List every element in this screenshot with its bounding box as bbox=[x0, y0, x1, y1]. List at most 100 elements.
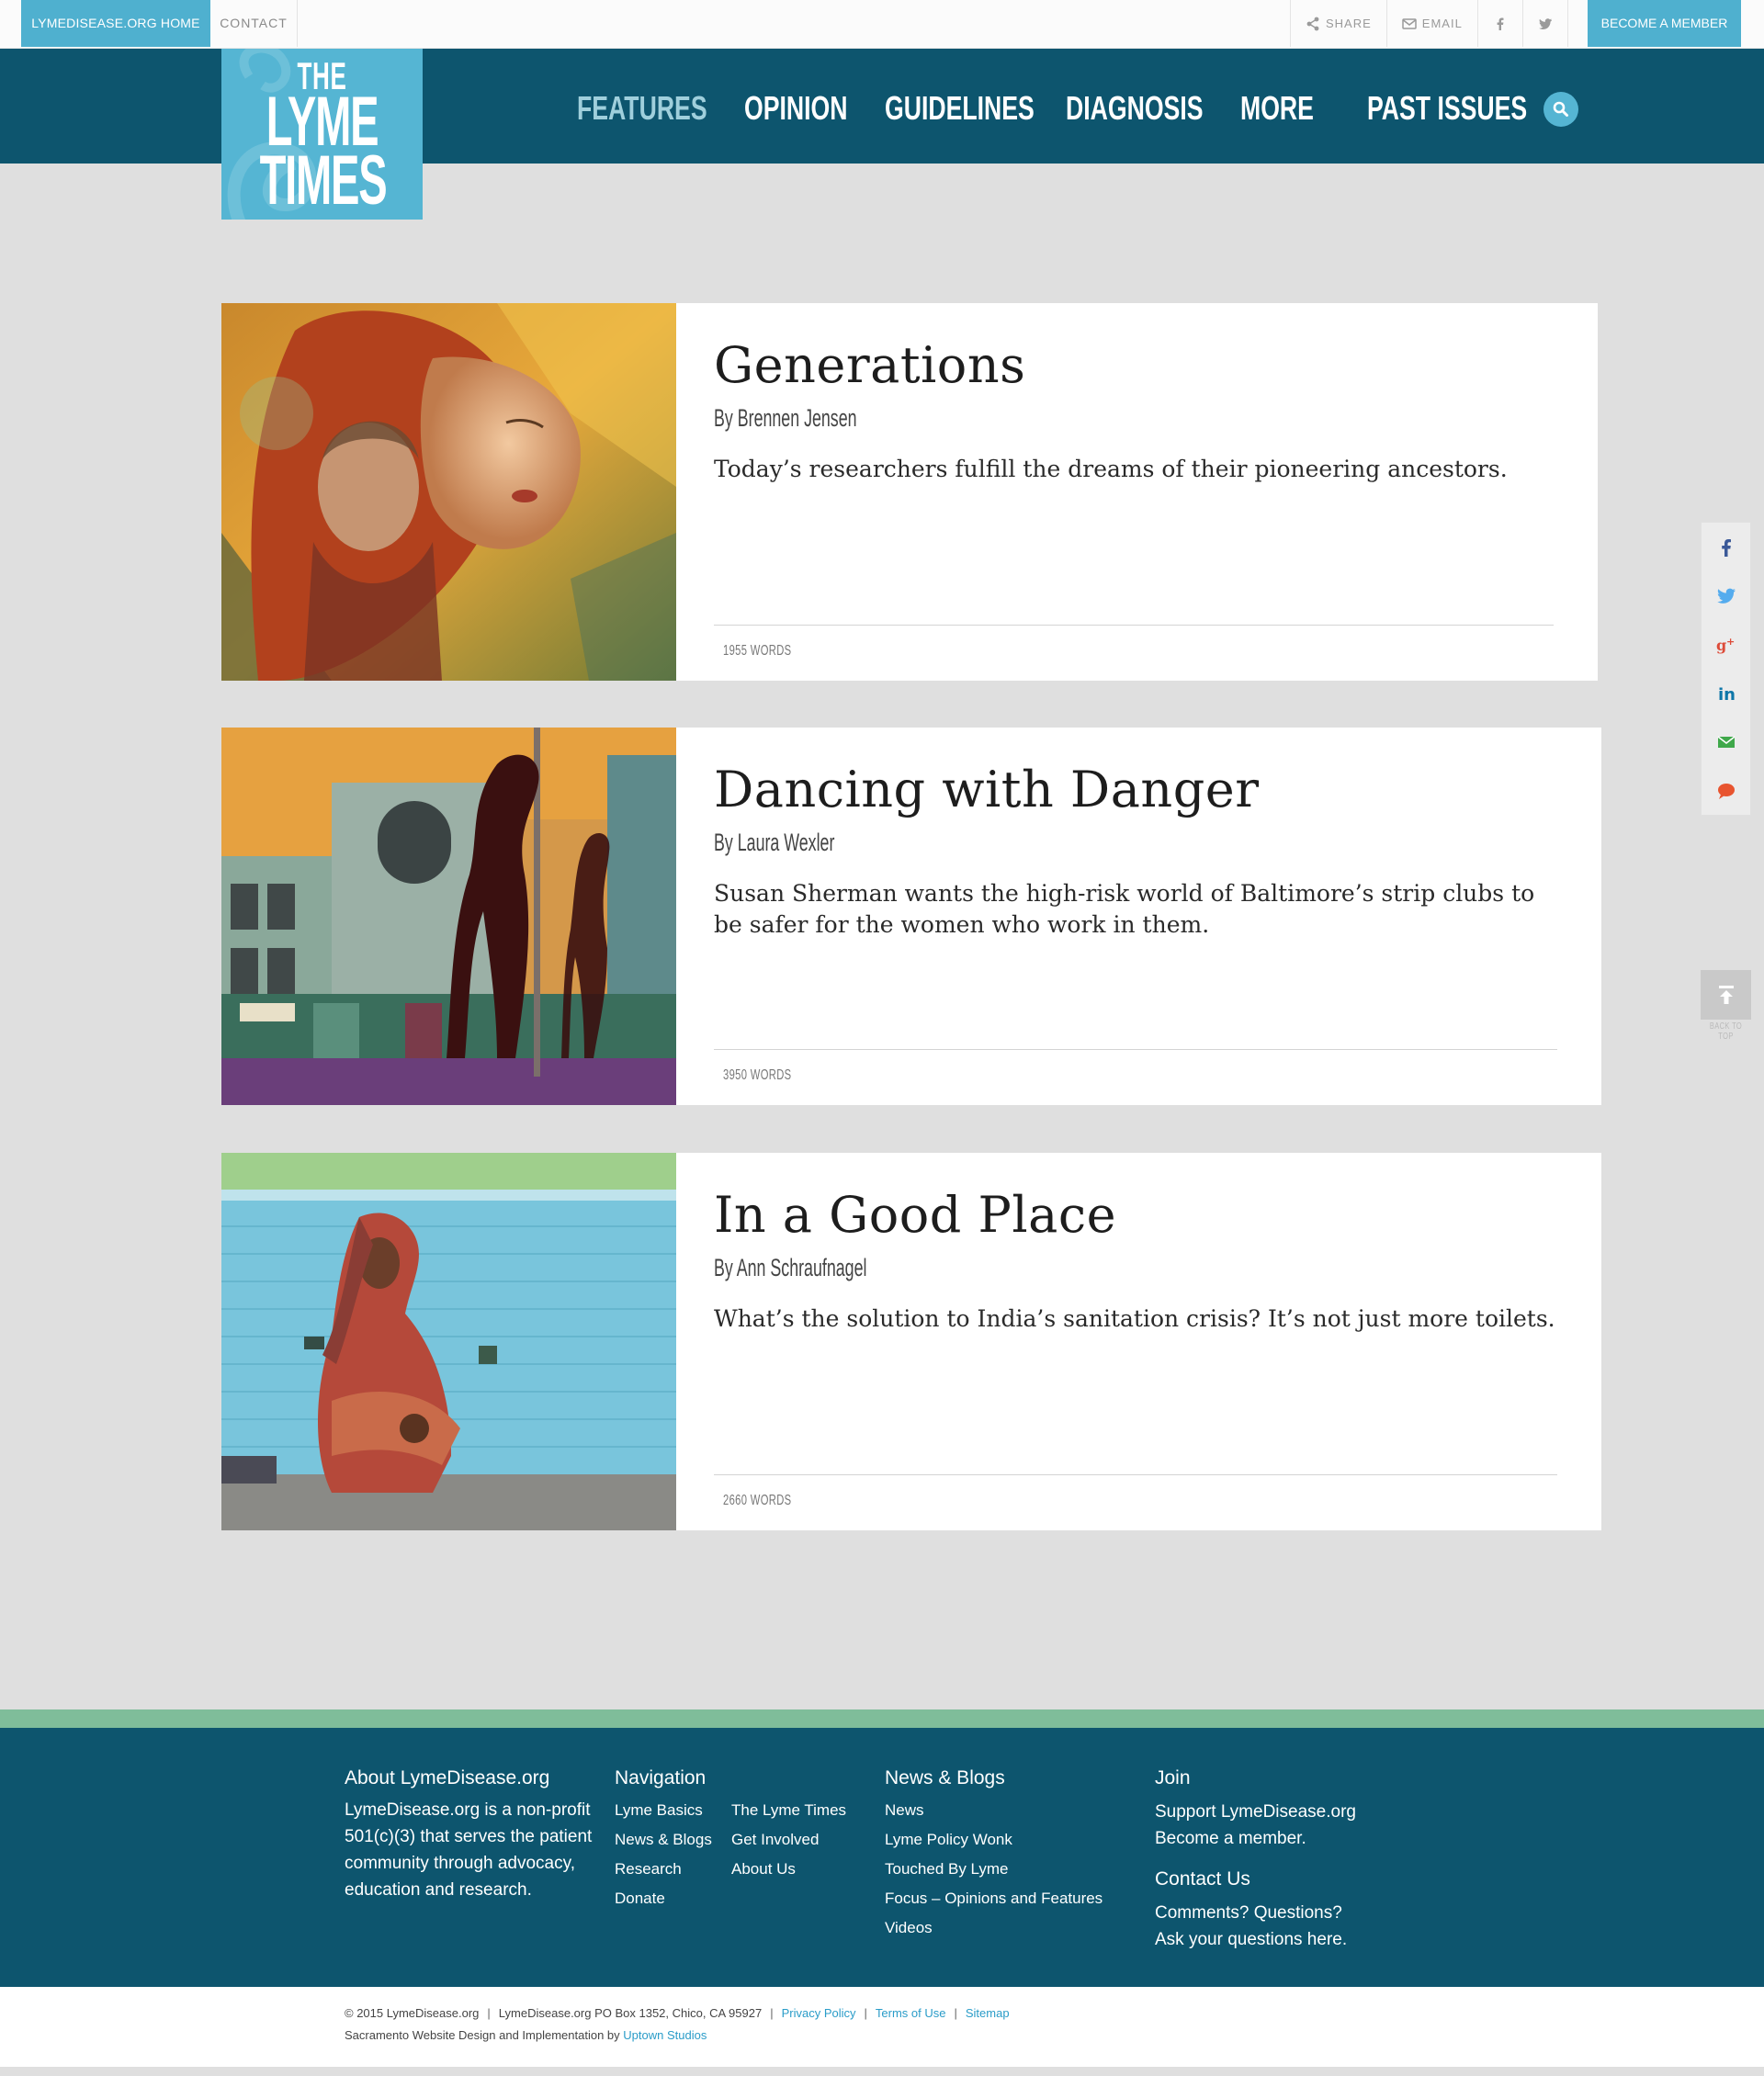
footer-link-donate[interactable]: Donate bbox=[615, 1884, 712, 1913]
svg-text:in: in bbox=[1718, 685, 1736, 705]
logo-line-times: TIMES bbox=[259, 141, 388, 220]
rail-twitter-button[interactable] bbox=[1702, 571, 1750, 620]
article-image-dancing-with-danger[interactable] bbox=[221, 728, 676, 1105]
twitter-icon bbox=[1538, 17, 1552, 29]
email-icon bbox=[1717, 735, 1735, 748]
linkedin-icon: in bbox=[1718, 685, 1736, 705]
svg-text:g: g bbox=[1716, 637, 1726, 654]
arrow-up-icon bbox=[1718, 986, 1734, 1004]
footer-link-research[interactable]: Research bbox=[615, 1855, 712, 1884]
nav-features[interactable]: FEATURES bbox=[577, 88, 707, 129]
footer-navigation-heading: Navigation bbox=[615, 1767, 707, 1788]
footer-navigation-col1: Lyme Basics News & Blogs Research Donate bbox=[615, 1796, 712, 1913]
share-button[interactable]: SHARE bbox=[1290, 0, 1386, 47]
facebook-icon bbox=[1497, 17, 1504, 30]
article-image-generations[interactable] bbox=[221, 303, 676, 681]
terms-of-use-link[interactable]: Terms of Use bbox=[876, 2006, 946, 2020]
site-footer: About LymeDisease.org LymeDisease.org is… bbox=[0, 1728, 1764, 1987]
article-divider bbox=[714, 1474, 1557, 1475]
sanitation-photo bbox=[221, 1153, 676, 1530]
article-divider bbox=[714, 625, 1554, 626]
facebook-icon bbox=[1721, 538, 1731, 557]
nav-past-issues[interactable]: PAST ISSUES bbox=[1367, 88, 1527, 129]
footer-link-about-us[interactable]: About Us bbox=[731, 1855, 846, 1884]
footer-support-link[interactable]: Support LymeDisease.org bbox=[1155, 1799, 1356, 1825]
lymedisease-home-link[interactable]: LYMEDISEASE.ORG HOME bbox=[21, 0, 210, 47]
footer-about-heading: About LymeDisease.org bbox=[345, 1767, 550, 1788]
facebook-button[interactable] bbox=[1476, 0, 1522, 47]
footer-link-focus[interactable]: Focus – Opinions and Features bbox=[885, 1884, 1102, 1913]
footer-contact-line1: Comments? Questions? bbox=[1155, 1903, 1342, 1923]
footer-join-heading: Join bbox=[1155, 1767, 1191, 1788]
footer-ask-questions-link[interactable]: Ask your questions here. bbox=[1155, 1926, 1347, 1953]
footer-link-lyme-basics[interactable]: Lyme Basics bbox=[615, 1796, 712, 1825]
generations-illustration bbox=[221, 303, 676, 681]
footer-navigation-col2: The Lyme Times Get Involved About Us bbox=[731, 1796, 846, 1884]
contact-link[interactable]: CONTACT bbox=[210, 0, 298, 47]
article-title[interactable]: In a Good Place bbox=[714, 1186, 1116, 1244]
article-dek: Susan Sherman wants the high-risk world … bbox=[714, 880, 1535, 938]
credit-text: Sacramento Website Design and Implementa… bbox=[345, 2028, 620, 2042]
rail-linkedin-button[interactable]: in bbox=[1702, 669, 1750, 717]
svg-text:+: + bbox=[1726, 636, 1735, 648]
copyright-text: © 2015 LymeDisease.org bbox=[345, 2006, 480, 2020]
article-byline: By Ann Schraufnagel bbox=[714, 1254, 867, 1281]
footer-become-member-link[interactable]: Become a member. bbox=[1155, 1825, 1306, 1852]
search-icon bbox=[1553, 101, 1568, 117]
footer-contact-heading: Contact Us bbox=[1155, 1868, 1250, 1890]
article-title[interactable]: Generations bbox=[714, 336, 1025, 394]
footer-link-policy-wonk[interactable]: Lyme Policy Wonk bbox=[885, 1825, 1102, 1855]
envelope-icon bbox=[1402, 17, 1417, 29]
twitter-button[interactable] bbox=[1521, 0, 1568, 47]
footer-link-news-blogs[interactable]: News & Blogs bbox=[615, 1825, 712, 1855]
rail-email-button[interactable] bbox=[1702, 717, 1750, 766]
article-title[interactable]: Dancing with Danger bbox=[714, 761, 1260, 818]
footer-news-heading: News & Blogs bbox=[885, 1767, 1005, 1788]
nav-more[interactable]: MORE bbox=[1240, 88, 1314, 129]
share-label: SHARE bbox=[1326, 17, 1372, 30]
rail-comment-button[interactable] bbox=[1702, 766, 1750, 815]
footer-bottom-bar: © 2015 LymeDisease.org | LymeDisease.org P… bbox=[0, 1987, 1764, 2067]
lyme-times-logo[interactable]: THE LYME TIMES bbox=[221, 49, 423, 220]
google-plus-icon: g + bbox=[1716, 636, 1735, 654]
article-card[interactable]: In a Good Place By Ann Schraufnagel What… bbox=[221, 1153, 1601, 1530]
utility-share-group: SHARE EMAIL bbox=[1290, 0, 1568, 47]
email-button[interactable]: EMAIL bbox=[1385, 0, 1477, 47]
search-button[interactable] bbox=[1544, 92, 1578, 127]
nav-opinion[interactable]: OPINION bbox=[744, 88, 847, 129]
footer-link-news[interactable]: News bbox=[885, 1796, 1102, 1825]
nav-diagnosis[interactable]: DIAGNOSIS bbox=[1066, 88, 1204, 129]
footer-stripe bbox=[0, 1709, 1764, 1728]
article-word-count: 1955 WORDS bbox=[723, 643, 792, 659]
footer-link-lyme-times[interactable]: The Lyme Times bbox=[731, 1796, 846, 1825]
article-dek: What’s the solution to India’s sanitatio… bbox=[714, 1305, 1555, 1332]
article-card[interactable]: Generations By Brennen Jensen Today’s re… bbox=[221, 303, 1598, 681]
twitter-icon bbox=[1716, 588, 1736, 604]
footer-link-get-involved[interactable]: Get Involved bbox=[731, 1825, 846, 1855]
footer-link-touched-by-lyme[interactable]: Touched By Lyme bbox=[885, 1855, 1102, 1884]
utility-bar: LYMEDISEASE.ORG HOME CONTACT SHARE EMAIL… bbox=[0, 0, 1764, 49]
article-word-count: 2660 WORDS bbox=[723, 1493, 792, 1508]
footer-about-text: LymeDisease.org is a non-profit 501(c)(3… bbox=[345, 1800, 593, 1900]
footer-link-videos[interactable]: Videos bbox=[885, 1913, 1102, 1943]
back-to-top-button[interactable] bbox=[1701, 970, 1751, 1020]
footer-credit-line: Sacramento Website Design and Implementa… bbox=[345, 2028, 707, 2042]
privacy-policy-link[interactable]: Privacy Policy bbox=[782, 2006, 856, 2020]
become-member-button[interactable]: BECOME A MEMBER bbox=[1588, 0, 1741, 47]
article-byline: By Laura Wexler bbox=[714, 829, 835, 856]
uptown-studios-link[interactable]: Uptown Studios bbox=[623, 2028, 707, 2042]
rail-google-plus-button[interactable]: g + bbox=[1702, 620, 1750, 669]
share-icon bbox=[1306, 17, 1319, 30]
nav-guidelines[interactable]: GUIDELINES bbox=[885, 88, 1035, 129]
rail-facebook-button[interactable] bbox=[1702, 523, 1750, 571]
article-card[interactable]: Dancing with Danger By Laura Wexler Susa… bbox=[221, 728, 1601, 1105]
back-to-top-label: BACK TO TOP bbox=[1709, 1021, 1743, 1042]
article-dek: Today’s researchers fulfill the dreams o… bbox=[714, 456, 1508, 482]
footer-news-links: News Lyme Policy Wonk Touched By Lyme Fo… bbox=[885, 1796, 1102, 1943]
footer-legal-line: © 2015 LymeDisease.org | LymeDisease.org P… bbox=[345, 2006, 1010, 2020]
sitemap-link[interactable]: Sitemap bbox=[966, 2006, 1010, 2020]
share-rail: g + in bbox=[1701, 522, 1751, 816]
email-label: EMAIL bbox=[1421, 17, 1463, 30]
article-image-in-a-good-place[interactable] bbox=[221, 1153, 676, 1530]
article-byline: By Brennen Jensen bbox=[714, 404, 857, 432]
